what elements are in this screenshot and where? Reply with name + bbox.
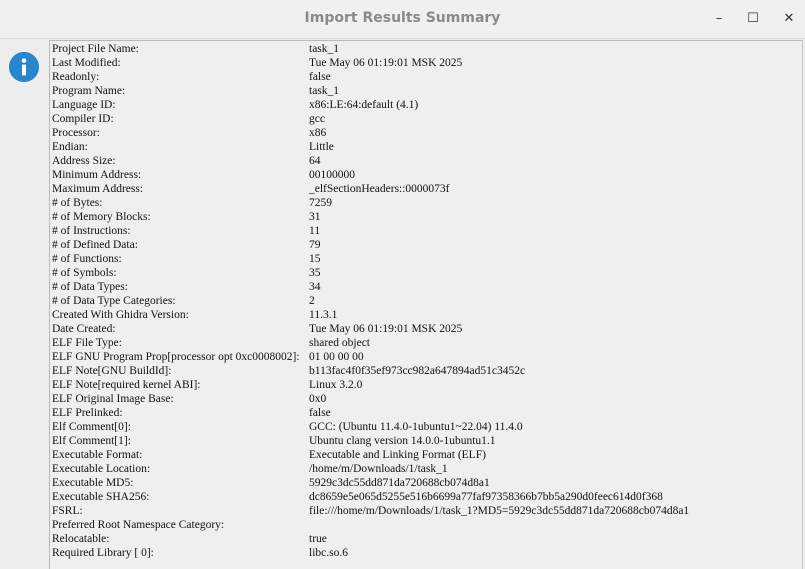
summary-value: b113fac4f0f35ef973cc982a647894ad51c3452c xyxy=(309,365,526,377)
summary-key: Readonly: xyxy=(52,71,100,83)
maximize-button[interactable]: ☐ xyxy=(743,9,763,29)
summary-key: Executable Location: xyxy=(52,463,151,475)
summary-key: Program Name: xyxy=(52,85,126,97)
summary-key: ELF File Type: xyxy=(52,337,122,349)
summary-value: GCC: (Ubuntu 11.4.0-1ubuntu1~22.04) 11.4… xyxy=(309,421,523,433)
summary-key: # of Symbols: xyxy=(52,267,117,279)
import-results-dialog: Import Results Summary – ☐ ✕ Project Fil… xyxy=(0,0,805,569)
summary-value: _elfSectionHeaders::0000073f xyxy=(309,183,450,195)
window-title: Import Results Summary xyxy=(304,10,501,26)
summary-key: # of Instructions: xyxy=(52,225,131,237)
info-icon xyxy=(9,52,39,82)
summary-key: # of Bytes: xyxy=(52,197,103,209)
minimize-button[interactable]: – xyxy=(709,9,729,29)
summary-value: 5929c3dc55dd871da720688cb074d8a1 xyxy=(309,477,490,489)
summary-key: Date Created: xyxy=(52,323,116,335)
summary-value: 7259 xyxy=(309,197,332,209)
summary-key: Executable SHA256: xyxy=(52,491,150,503)
summary-value: /home/m/Downloads/1/task_1 xyxy=(309,463,448,475)
summary-key: # of Data Type Categories: xyxy=(52,295,176,307)
summary-value: Little xyxy=(309,141,334,153)
summary-value: task_1 xyxy=(309,43,340,55)
summary-value: 35 xyxy=(309,267,321,279)
summary-value: Tue May 06 01:19:01 MSK 2025 xyxy=(309,57,463,69)
summary-key: # of Defined Data: xyxy=(52,239,138,251)
summary-value: 00100000 xyxy=(309,169,355,181)
summary-value: 15 xyxy=(309,253,321,265)
summary-value: file:///home/m/Downloads/1/task_1?MD5=59… xyxy=(309,505,690,517)
summary-value: x86:LE:64:default (4.1) xyxy=(309,99,419,111)
summary-value: 11 xyxy=(309,225,321,237)
summary-key: Relocatable: xyxy=(52,533,110,545)
summary-value: Executable and Linking Format (ELF) xyxy=(309,449,486,461)
summary-key: ELF GNU Program Prop[processor opt 0xc00… xyxy=(52,351,300,363)
summary-key: Processor: xyxy=(52,127,100,139)
summary-key: ELF Original Image Base: xyxy=(52,393,174,405)
summary-key: Created With Ghidra Version: xyxy=(52,309,189,321)
summary-value: 79 xyxy=(309,239,321,251)
summary-key: Project File Name: xyxy=(52,43,139,55)
summary-value: dc8659e5e065d5255e516b6699a77faf97358366… xyxy=(309,491,663,503)
summary-key: ELF Note[required kernel ABI]: xyxy=(52,379,201,391)
summary-key: Maximum Address: xyxy=(52,183,144,195)
summary-key: Required Library [ 0]: xyxy=(52,547,154,559)
summary-value: 34 xyxy=(309,281,321,293)
summary-value: shared object xyxy=(309,337,370,349)
summary-value: Linux 3.2.0 xyxy=(309,379,363,391)
summary-value: 0x0 xyxy=(309,393,327,405)
panel-right-border xyxy=(802,40,803,569)
summary-value: gcc xyxy=(309,113,325,125)
summary-key: Endian: xyxy=(52,141,88,153)
summary-key: Elf Comment[1]: xyxy=(52,435,131,447)
summary-key: Address Size: xyxy=(52,155,116,167)
summary-value: 31 xyxy=(309,211,321,223)
summary-key: Executable MD5: xyxy=(52,477,134,489)
summary-key: Executable Format: xyxy=(52,449,143,461)
summary-value: 64 xyxy=(309,155,321,167)
summary-value: libc.so.6 xyxy=(309,547,348,559)
summary-value: false xyxy=(309,407,331,419)
summary-value: 2 xyxy=(309,295,315,307)
summary-key: Last Modified: xyxy=(52,57,121,69)
summary-key: # of Data Types: xyxy=(52,281,128,293)
summary-value: x86 xyxy=(309,127,327,139)
summary-key: Elf Comment[0]: xyxy=(52,421,131,433)
summary-value: 11.3.1 xyxy=(309,309,338,321)
summary-value: Ubuntu clang version 14.0.0-1ubuntu1.1 xyxy=(309,435,496,447)
summary-key: # of Memory Blocks: xyxy=(52,211,151,223)
summary-key: Language ID: xyxy=(52,99,116,111)
summary-text-panel[interactable]: Project File Name: task_1 Last Modified: Tu… xyxy=(49,40,803,569)
summary-key: FSRL: xyxy=(52,505,83,517)
summary-value: false xyxy=(309,71,331,83)
summary-value: Tue May 06 01:19:01 MSK 2025 xyxy=(309,323,463,335)
summary-value: 01 00 00 00 xyxy=(309,351,364,363)
summary-key: Compiler ID: xyxy=(52,113,114,125)
title-bar[interactable]: Import Results Summary – ☐ ✕ xyxy=(0,0,805,39)
summary-key: # of Functions: xyxy=(52,253,122,265)
summary-value: true xyxy=(309,533,327,545)
summary-key: ELF Prelinked: xyxy=(52,407,123,419)
summary-key: Preferred Root Namespace Category: xyxy=(52,519,225,531)
summary-value: task_1 xyxy=(309,85,340,97)
close-button[interactable]: ✕ xyxy=(779,9,799,29)
summary-key: Minimum Address: xyxy=(52,169,142,181)
summary-key: ELF Note[GNU BuildId]: xyxy=(52,365,172,377)
